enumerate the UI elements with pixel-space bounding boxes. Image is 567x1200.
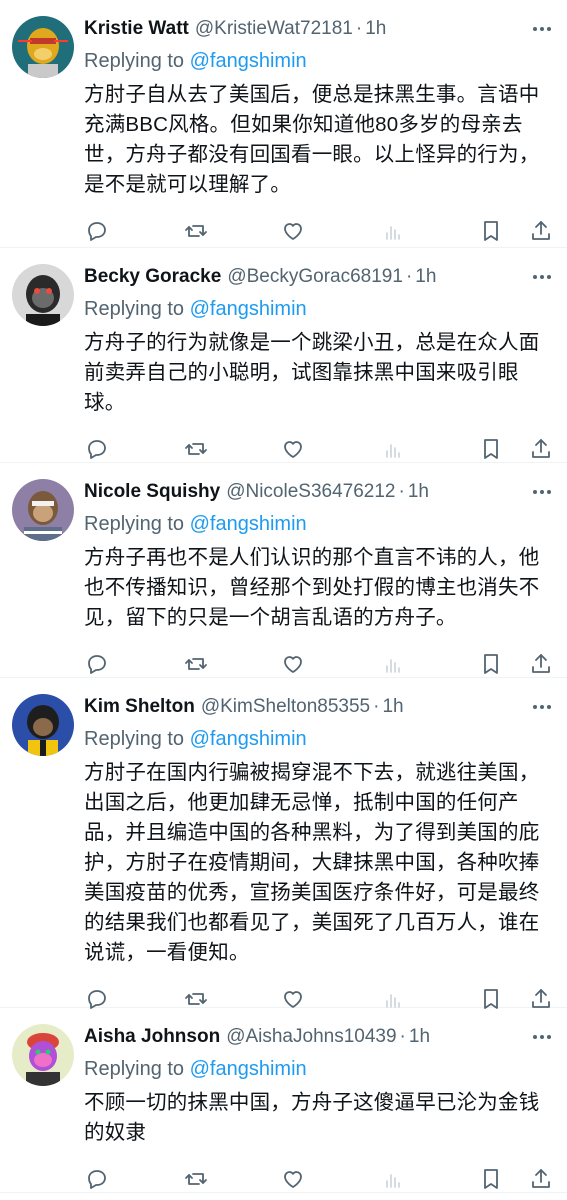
replying-to: Replying to @fangshimin [84,724,553,754]
like-icon[interactable] [280,218,306,244]
like-icon[interactable] [280,436,306,462]
author-handle[interactable]: @KristieWat72181 [195,18,353,40]
share-icon[interactable] [528,218,554,244]
reply-feed: Kristie Watt @KristieWat72181 · 1h Reply… [0,0,567,1200]
tweet-header: Kristie Watt @KristieWat72181 · 1h [84,12,553,46]
more-options-icon[interactable] [531,268,553,286]
separator-dot: · [355,18,363,39]
tweet-text: 方肘子在国内行骗被揭穿混不下去，就逃往美国， 出国之后，他更加肆无忌惮，抵制中国… [84,761,540,964]
tweet-text: 方舟子的行为就像是一个跳梁小丑，总是在众人面 前卖弄自己的小聪明，试图靠抹黑中国… [84,331,540,414]
mention-link[interactable]: @fangshimin [190,298,307,320]
timestamp[interactable]: 1h [409,1026,430,1048]
retweet-icon[interactable] [183,436,209,462]
author-name[interactable]: Kim Shelton [84,696,195,718]
tweet-reply[interactable]: Aisha Johnson @AishaJohns10439 · 1h Repl… [0,1008,567,1193]
reply-icon[interactable] [84,218,110,244]
views-icon[interactable] [380,436,406,462]
views-icon[interactable] [380,218,406,244]
tweet-header: Aisha Johnson @AishaJohns10439 · 1h [84,1020,553,1054]
more-options-icon[interactable] [531,1028,553,1046]
tweet-header: Kim Shelton @KimShelton85355 · 1h [84,690,553,724]
replying-to-label: Replying to [84,298,185,320]
share-icon[interactable] [528,651,554,677]
separator-dot: · [373,696,380,717]
more-options-icon[interactable] [531,20,553,38]
replying-to: Replying to @fangshimin [84,1054,553,1084]
more-options-icon[interactable] [531,483,553,501]
mention-link[interactable]: @fangshimin [190,1058,307,1080]
retweet-icon[interactable] [183,218,209,244]
tweet-text: 方肘子自从去了美国后，便总是抹黑生事。言语中 充满BBC风格。但如果你知道他80… [84,83,540,196]
tweet-reply[interactable]: Becky Goracke @BeckyGorac68191 · 1h Repl… [0,248,567,463]
replying-to: Replying to @fangshimin [84,294,553,324]
bookmark-icon[interactable] [478,218,504,244]
replying-to-label: Replying to [84,513,185,535]
author-handle[interactable]: @NicoleS36476212 [226,481,395,503]
neon-ape-avatar[interactable] [12,1024,74,1086]
mention-link[interactable]: @fangshimin [190,50,307,72]
share-icon[interactable] [528,1166,554,1192]
like-icon[interactable] [280,1166,306,1192]
tweet-text: 不顾一切的抹黑中国，方舟子这傻逼早已沦为金钱 的奴隶 [84,1091,540,1144]
author-handle[interactable]: @KimShelton85355 [201,696,370,718]
tweet-header: Nicole Squishy @NicoleS36476212 · 1h [84,475,553,509]
views-icon[interactable] [380,651,406,677]
timestamp[interactable]: 1h [382,696,403,718]
like-icon[interactable] [280,651,306,677]
author-name[interactable]: Aisha Johnson [84,1026,220,1048]
separator-dot: · [405,266,413,287]
views-icon[interactable] [380,1166,406,1192]
author-handle[interactable]: @AishaJohns10439 [226,1026,396,1048]
timestamp[interactable]: 1h [415,266,436,288]
separator-dot: · [398,481,405,502]
mention-link[interactable]: @fangshimin [190,728,307,750]
tweet-reply[interactable]: Kim Shelton @KimShelton85355 · 1h Replyi… [0,678,567,1009]
dark-ape-avatar[interactable] [12,264,74,326]
purple-ape-avatar[interactable] [12,479,74,541]
retweet-icon[interactable] [183,1166,209,1192]
bookmark-icon[interactable] [478,651,504,677]
author-name[interactable]: Becky Goracke [84,266,221,288]
mention-link[interactable]: @fangshimin [190,513,307,535]
bookmark-icon[interactable] [478,436,504,462]
replying-to-label: Replying to [84,50,185,72]
author-name[interactable]: Kristie Watt [84,18,189,40]
yellow-ape-avatar[interactable] [12,16,74,78]
reply-icon[interactable] [84,436,110,462]
reply-icon[interactable] [84,1166,110,1192]
tweet-header: Becky Goracke @BeckyGorac68191 · 1h [84,260,553,294]
tweet-text: 方舟子再也不是人们认识的那个直言不讳的人，他 也不传播知识，曾经那个到处打假的博… [84,546,540,629]
action-bar [0,1148,553,1200]
replying-to: Replying to @fangshimin [84,46,553,76]
author-name[interactable]: Nicole Squishy [84,481,220,503]
separator-dot: · [399,1026,406,1047]
replying-to-label: Replying to [84,728,185,750]
timestamp[interactable]: 1h [408,481,429,503]
bookmark-icon[interactable] [478,1166,504,1192]
replying-to-label: Replying to [84,1058,185,1080]
blue-ape-avatar[interactable] [12,694,74,756]
share-icon[interactable] [528,436,554,462]
timestamp[interactable]: 1h [365,18,386,40]
reply-icon[interactable] [84,651,110,677]
replying-to: Replying to @fangshimin [84,509,553,539]
tweet-reply[interactable]: Nicole Squishy @NicoleS36476212 · 1h Rep… [0,463,567,678]
retweet-icon[interactable] [183,651,209,677]
tweet-reply[interactable]: Kristie Watt @KristieWat72181 · 1h Reply… [0,0,567,248]
author-handle[interactable]: @BeckyGorac68191 [227,266,403,288]
more-options-icon[interactable] [531,698,553,716]
